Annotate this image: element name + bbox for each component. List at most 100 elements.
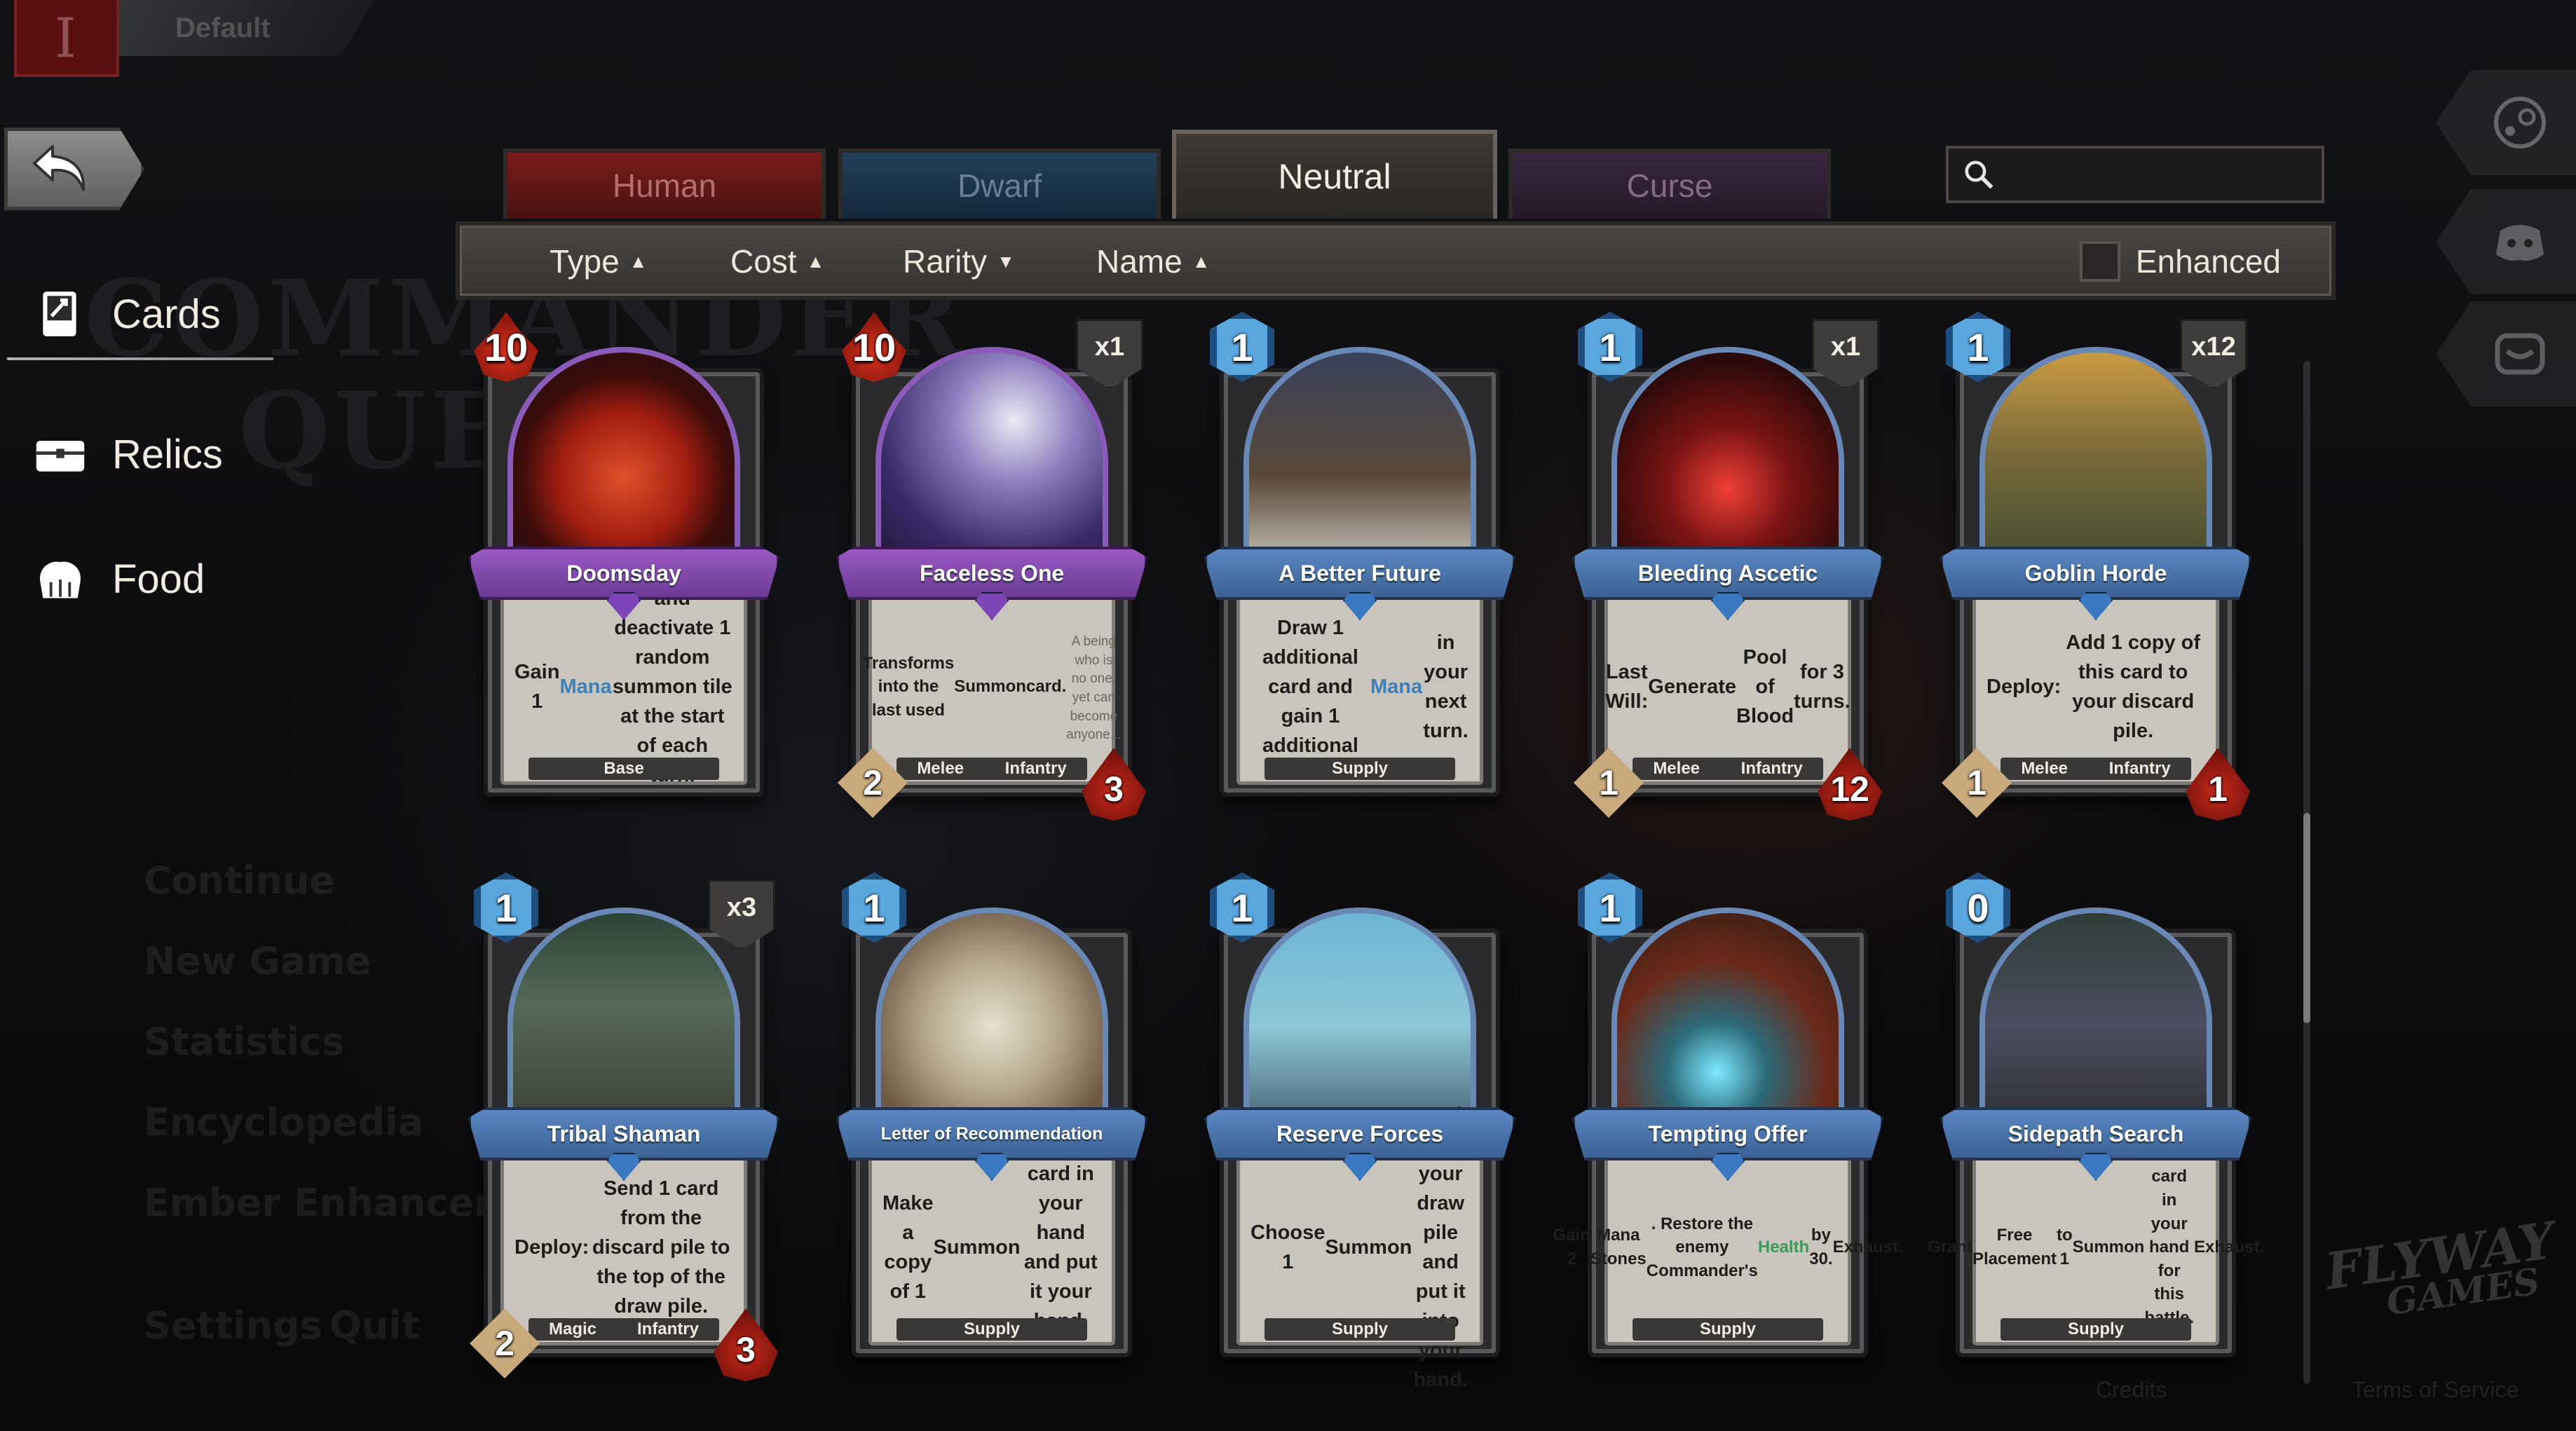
card-tag: Infantry [1004,759,1067,778]
enhanced-label: Enhanced [2135,243,2281,280]
card-description: Draw 1 additional card and gain 1 additi… [1262,616,1468,758]
sort-asc-icon: ▲ [1192,250,1211,272]
card-illustration [1985,352,2207,580]
card-tags: Melee Infantry [1633,758,1823,780]
steam-icon [2494,97,2546,149]
tab-curse[interactable]: Curse [1508,149,1831,219]
card-tags: Melee Infantry [897,758,1087,780]
card-tag: Supply [1331,759,1388,778]
card[interactable]: Make a copy of 1 Summon card in your han… [836,872,1147,1370]
sort-asc-icon: ▲ [806,250,825,272]
card-name: Tempting Offer [1572,1107,1883,1160]
card-description: Transforms into the last used Summon car… [862,634,1122,743]
card-illustration [1617,913,1839,1140]
blood-cost-icon: 10 [474,312,538,382]
card-name: Tribal Shaman [468,1107,779,1160]
card-description: Gain 2 Mana Stones. Restore the enemy Co… [1553,1214,1903,1280]
card[interactable]: Last Will: Generate Pool of Blood for 3 … [1572,312,1883,821]
sidebar-item-food[interactable]: Food [34,552,205,605]
enhanced-checkbox[interactable] [2079,241,2120,282]
card[interactable]: Gain 1 Mana and deactivate 1 random summ… [468,312,779,809]
card-tag: Base [604,759,644,778]
tab-dwarf[interactable]: Dwarf [838,149,1161,219]
card-tag: Supply [1699,1320,1756,1338]
back-button[interactable] [4,128,144,210]
card-tags: Magic Infantry [529,1318,719,1341]
sort-label: Name [1096,243,1183,280]
card-tags: Melee Infantry [2001,758,2191,780]
card-name: Letter of Recommendation [836,1107,1147,1160]
card-tags: Supply [1633,1318,1823,1341]
sort-desc-icon: ▼ [997,250,1015,272]
card-name: A Better Future [1204,547,1515,600]
card-illustration [513,913,735,1140]
cards-icon [34,287,87,341]
card-tag: Melee [917,759,965,778]
scrollbar-thumb[interactable] [2303,813,2310,1023]
tab-neutral[interactable]: Neutral [1172,130,1497,219]
menu-settings: Settings [144,1303,322,1348]
credits-link: Credits [2096,1377,2167,1402]
menu-new-game: New Game [144,939,372,983]
card-tag: Infantry [636,1320,699,1338]
card-description: Make a copy of 1 Summon card in your han… [882,1163,1098,1332]
sort-cost-button[interactable]: Cost ▲ [730,242,824,280]
profile-name: Default [175,13,271,43]
card-description: Deploy: Send 1 card from the discard pil… [514,1177,730,1318]
card[interactable]: Transforms into the last used Summon car… [836,312,1147,821]
blood-cost-icon: 10 [842,312,906,382]
sidebar-item-label: Cards [112,291,221,337]
card[interactable]: Grant Free Placement to 1 Summon card in… [1928,872,2264,1370]
filter-bar: Type ▲ Cost ▲ Rarity ▼ Name ▲ Enhanced [456,221,2336,300]
card-illustration [1985,913,2207,1140]
card[interactable]: Deploy: Add 1 copy of this card to your … [1940,312,2251,821]
card[interactable]: Choose 1 Summon card from your draw pile… [1204,872,1515,1391]
search-box[interactable] [1946,146,2324,203]
profile-bar[interactable]: I Default [7,0,374,77]
menu-quit: Quit [329,1303,420,1348]
card-tag: Melee [1653,759,1701,778]
card[interactable]: Gain 2 Mana Stones. Restore the enemy Co… [1553,872,1903,1370]
menu-continue: Continue [144,858,336,903]
card-name: Reserve Forces [1204,1107,1515,1160]
sort-label: Type [550,243,620,280]
card-illustration [1249,352,1471,580]
chest-icon [34,427,87,481]
card-illustration [881,352,1103,580]
card-tag: Supply [963,1320,1020,1338]
card-name: Goblin Horde [1940,547,2251,600]
sidebar-item-relics[interactable]: Relics [34,427,223,481]
search-icon [1965,160,1994,189]
sort-type-button[interactable]: Type ▲ [550,242,647,280]
sort-name-button[interactable]: Name ▲ [1096,242,1210,280]
card-name: Bleeding Ascetic [1572,547,1883,600]
terms-link: Terms of Service [2352,1377,2519,1402]
enhanced-toggle[interactable]: Enhanced [2079,241,2281,282]
menu-statistics: Statistics [144,1020,345,1064]
sort-label: Cost [730,243,797,280]
card-illustration [513,352,735,580]
sort-rarity-button[interactable]: Rarity ▼ [903,242,1015,280]
card-tag: Supply [2067,1320,2124,1338]
card-name: Doomsday [468,547,779,600]
card-illustration [1617,352,1839,580]
banner-letter: I [55,7,76,70]
card-description: Gain 1 Mana and deactivate 1 random summ… [514,587,732,786]
mail-icon [2495,333,2545,375]
card-description: Choose 1 Summon card from your draw pile… [1250,1104,1468,1391]
card[interactable]: Deploy: Send 1 card from the discard pil… [468,872,779,1381]
card-tag: Magic [548,1320,597,1338]
menu-encyclopedia: Encyclopedia [144,1100,424,1144]
card[interactable]: Draw 1 additional card and gain 1 additi… [1204,312,1515,809]
sidebar-item-cards[interactable]: Cards [34,287,221,341]
card-illustration [881,913,1103,1140]
back-arrow-icon [33,145,86,191]
card-tags: Base [529,758,719,780]
sort-asc-icon: ▲ [629,250,648,272]
card-description: Last Will: Generate Pool of Blood for 3 … [1605,645,1851,728]
search-input[interactable] [2006,159,2315,190]
sidebar-item-label: Relics [112,431,223,477]
card-tags: Supply [1265,758,1455,780]
tab-human[interactable]: Human [503,149,826,219]
food-icon [34,552,87,605]
